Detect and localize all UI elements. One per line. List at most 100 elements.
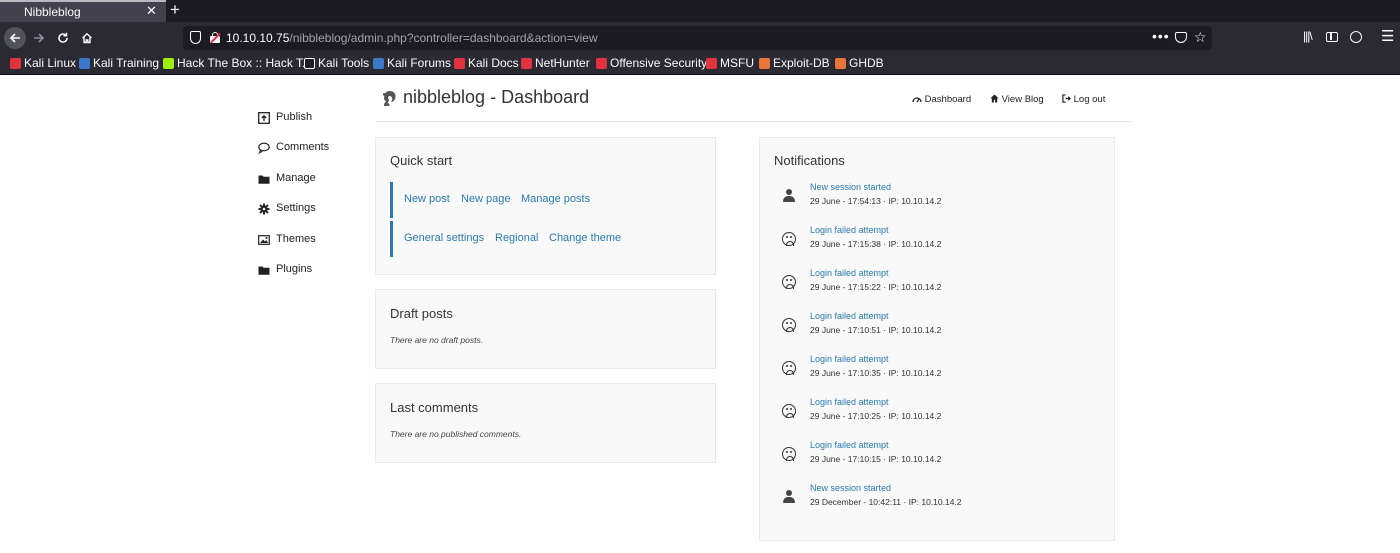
manage-posts-link[interactable]: Manage posts — [521, 193, 590, 205]
notification-title-link[interactable]: New session started — [810, 182, 891, 192]
url-host: 10.10.10.75 — [226, 31, 290, 45]
dashboard-icon — [912, 97, 922, 103]
notification-item: Login failed attempt 29 June - 17:15:38 … — [774, 225, 1094, 255]
quick-start-row-content: New post New page Manage posts — [390, 182, 590, 218]
tab-nibbleblog[interactable]: Nibbleblog ✕ — [0, 0, 166, 22]
reload-button[interactable] — [52, 27, 74, 49]
quick-start-title: Quick start — [390, 153, 453, 168]
notification-meta: 29 June - 17:10:35 · IP: 10.10.14.2 — [810, 368, 942, 378]
draft-posts-title: Draft posts — [390, 306, 453, 321]
regional-link[interactable]: Regional — [495, 232, 538, 244]
forward-button[interactable] — [28, 27, 50, 49]
arrow-left-icon — [9, 33, 20, 43]
back-button[interactable] — [4, 27, 26, 49]
url-path: /nibbleblog/admin.php?controller=dashboa… — [289, 31, 598, 45]
new-page-link[interactable]: New page — [461, 193, 511, 205]
tab-strip: Nibbleblog ✕ + — [0, 0, 1400, 22]
bookmark-label: Exploit-DB — [773, 56, 830, 70]
notification-item: Login failed attempt 29 June - 17:10:51 … — [774, 311, 1094, 341]
nav-view-blog-label: View Blog — [1001, 94, 1044, 105]
insecure-lock-icon[interactable] — [210, 32, 221, 44]
last-comments-panel: Last comments There are no published com… — [375, 383, 716, 463]
sad-face-icon — [782, 318, 796, 332]
pocket-icon[interactable] — [1175, 32, 1187, 43]
notification-meta: 29 June - 17:10:15 · IP: 10.10.14.2 — [810, 454, 942, 464]
sidebar-item-label: Plugins — [276, 263, 313, 275]
draft-posts-panel: Draft posts There are no draft posts. — [375, 289, 716, 369]
bookmark-label: Kali Docs — [468, 56, 519, 70]
notification-item: Login failed attempt 29 June - 17:10:25 … — [774, 397, 1094, 427]
bookmarks-toolbar: Kali Linux Kali Training Hack The Box ::… — [0, 54, 1400, 75]
notification-title-link[interactable]: Login failed attempt — [810, 311, 889, 321]
sidebar-toggle-icon[interactable] — [1326, 32, 1338, 42]
notification-item: Login failed attempt 29 June - 17:15:22 … — [774, 268, 1094, 298]
new-post-link[interactable]: New post — [404, 193, 450, 205]
arrow-right-icon — [34, 33, 45, 43]
new-tab-button[interactable]: + — [170, 1, 180, 19]
bookmark-label: Kali Linux — [24, 56, 77, 70]
bookmark-label: GHDB — [849, 56, 884, 70]
page-actions-icon[interactable]: ••• — [1152, 28, 1170, 44]
account-icon[interactable] — [1350, 31, 1362, 43]
nav-logout-link[interactable]: Log out — [1062, 94, 1105, 108]
bookmark-star-icon[interactable]: ☆ — [1194, 29, 1207, 46]
url-text[interactable]: 10.10.10.75/nibbleblog/admin.php?control… — [226, 31, 598, 45]
squirrel-logo-icon — [382, 91, 396, 106]
comment-icon — [258, 142, 270, 154]
exploitdb-icon — [759, 58, 770, 69]
last-comments-empty-message: There are no published comments. — [390, 429, 522, 439]
bookmark-label: Kali Tools — [318, 56, 370, 70]
bookmark-label: Offensive Security — [610, 56, 708, 70]
notification-title-link[interactable]: Login failed attempt — [810, 268, 889, 278]
home-icon — [990, 94, 999, 103]
notification-title-link[interactable]: Login failed attempt — [810, 354, 889, 364]
sad-face-icon — [782, 404, 796, 418]
nav-dashboard-link[interactable]: Dashboard — [912, 94, 971, 108]
quick-start-panel: Quick start New post New page Manage pos… — [375, 137, 716, 275]
htb-icon — [163, 58, 174, 69]
notification-meta: 29 December - 10:42:11 · IP: 10.10.14.2 — [810, 497, 962, 507]
notification-title-link[interactable]: Login failed attempt — [810, 440, 889, 450]
gear-icon — [258, 203, 270, 215]
quick-start-row-settings: General settings Regional Change theme — [390, 221, 621, 257]
sidebar-item-label: Themes — [276, 233, 316, 245]
navigation-toolbar: 10.10.10.75/nibbleblog/admin.php?control… — [0, 22, 1400, 54]
url-bar[interactable]: 10.10.10.75/nibbleblog/admin.php?control… — [183, 26, 1212, 50]
sidebar-item-label: Settings — [276, 202, 316, 214]
notification-title-link[interactable]: Login failed attempt — [810, 225, 889, 235]
home-icon — [82, 32, 92, 44]
sad-face-icon — [782, 232, 796, 246]
notification-meta: 29 June - 17:54:13 · IP: 10.10.14.2 — [810, 196, 942, 206]
tracking-protection-icon[interactable] — [190, 31, 201, 44]
folder-icon — [258, 266, 270, 275]
notification-item: New session started 29 June - 17:54:13 ·… — [774, 182, 1094, 212]
sidebar-item-label: Manage — [276, 172, 316, 184]
home-button[interactable] — [76, 27, 98, 49]
kali-icon — [373, 58, 384, 69]
kali-icon — [79, 58, 90, 69]
notification-title-link[interactable]: Login failed attempt — [810, 397, 889, 407]
kali-icon — [304, 58, 315, 69]
library-icon[interactable]: |||\ — [1303, 29, 1313, 43]
close-tab-icon[interactable]: ✕ — [146, 4, 157, 18]
notification-item: New session started 29 December - 10:42:… — [774, 483, 1094, 513]
sad-face-icon — [782, 447, 796, 461]
reload-icon — [58, 32, 68, 43]
publish-icon — [258, 112, 270, 124]
row-accent-bar — [390, 182, 393, 218]
exploitdb-icon — [835, 58, 846, 69]
page-content: Publish Comments Manage Settings Themes … — [0, 75, 1400, 553]
notification-title-link[interactable]: New session started — [810, 483, 891, 493]
offsec-icon — [596, 58, 607, 69]
general-settings-link[interactable]: General settings — [404, 232, 484, 244]
notification-item: Login failed attempt 29 June - 17:10:35 … — [774, 354, 1094, 384]
last-comments-title: Last comments — [390, 400, 479, 415]
change-theme-link[interactable]: Change theme — [549, 232, 621, 244]
nav-view-blog-link[interactable]: View Blog — [990, 94, 1044, 108]
image-icon — [258, 235, 270, 245]
notification-meta: 29 June - 17:10:51 · IP: 10.10.14.2 — [810, 325, 942, 335]
sad-face-icon — [782, 361, 796, 375]
kali-icon — [10, 58, 21, 69]
hamburger-menu-icon[interactable]: ☰ — [1381, 27, 1394, 45]
user-icon — [782, 189, 796, 203]
